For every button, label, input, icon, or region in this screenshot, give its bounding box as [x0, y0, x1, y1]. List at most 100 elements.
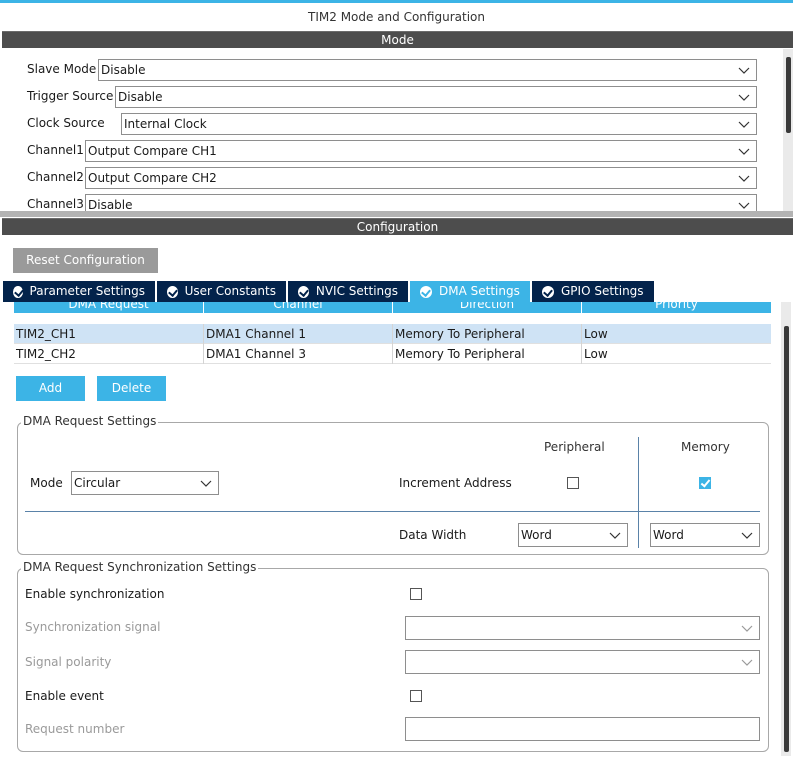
mode-section-header[interactable]: Mode	[2, 31, 793, 48]
mode-scrollbar-thumb[interactable]	[786, 57, 791, 133]
clock-source-label: Clock Source	[27, 116, 105, 130]
signal-polarity-label: Signal polarity	[25, 655, 112, 669]
column-header-priority[interactable]: Priority	[582, 302, 771, 313]
trigger-source-row: Trigger Source Disable	[27, 86, 757, 108]
clock-source-row: Clock Source Internal Clock	[27, 113, 757, 135]
memory-header: Memory	[681, 440, 730, 454]
request-number-input[interactable]	[405, 717, 760, 741]
config-tabs: Parameter Settings User Constants NVIC S…	[3, 281, 656, 302]
mode-scrollbar[interactable]	[783, 49, 793, 211]
tab-gpio-settings[interactable]: GPIO Settings	[532, 281, 654, 302]
configuration-section-header[interactable]: Configuration	[2, 218, 793, 235]
cell-channel: DMA1 Channel 3	[204, 344, 393, 364]
check-circle-icon	[542, 285, 554, 298]
tab-dma-settings[interactable]: DMA Settings	[410, 281, 530, 302]
synchronization-signal-label: Synchronization signal	[25, 620, 161, 634]
channel2-row: Channel2 Output Compare CH2	[27, 167, 757, 189]
configuration-scrollbar[interactable]	[781, 302, 791, 756]
enable-event-label: Enable event	[25, 689, 104, 703]
slave-mode-value: Disable	[101, 63, 146, 77]
mode-label: Mode	[30, 476, 63, 490]
tab-parameter-settings[interactable]: Parameter Settings	[3, 281, 155, 302]
enable-synchronization-checkbox[interactable]	[410, 588, 422, 600]
check-circle-icon	[298, 285, 309, 298]
cell-priority: Low	[584, 327, 608, 341]
check-circle-icon	[167, 285, 178, 298]
add-button[interactable]: Add	[16, 376, 85, 401]
tab-label: GPIO Settings	[561, 284, 644, 298]
cell-dma-request: TIM2_CH1	[14, 324, 204, 344]
window-title: TIM2 Mode and Configuration	[308, 10, 485, 24]
channel1-value: Output Compare CH1	[88, 144, 217, 158]
tab-label: DMA Settings	[439, 284, 520, 298]
signal-polarity-select[interactable]	[405, 650, 760, 674]
tab-label: Parameter Settings	[29, 284, 145, 298]
synchronization-signal-select[interactable]	[405, 616, 760, 640]
clock-source-select[interactable]: Internal Clock	[121, 113, 757, 135]
chevron-down-icon	[741, 532, 753, 539]
column-header-channel[interactable]: Channel	[204, 302, 393, 313]
channel3-label: Channel3	[27, 197, 84, 211]
table-row[interactable]: TIM2_CH2 DMA1 Channel 3 Memory To Periph…	[14, 344, 771, 364]
chevron-down-icon	[738, 94, 750, 101]
chevron-down-icon	[200, 480, 212, 487]
tab-label: User Constants	[184, 284, 276, 298]
memory-increment-checkbox[interactable]	[699, 477, 711, 489]
memory-data-width-value: Word	[653, 528, 684, 542]
trigger-source-select[interactable]: Disable	[115, 86, 757, 108]
enable-event-checkbox[interactable]	[410, 690, 422, 702]
chevron-down-icon	[738, 202, 750, 209]
dma-mode-value: Circular	[74, 476, 121, 490]
dma-request-table: DMA Request Channel Direction Priority T…	[14, 302, 771, 365]
chevron-down-icon	[609, 532, 621, 539]
channel3-select[interactable]: Disable	[85, 194, 757, 211]
dma-sync-settings-title: DMA Request Synchronization Settings	[21, 560, 259, 574]
peripheral-increment-checkbox[interactable]	[567, 477, 579, 489]
chevron-down-icon	[741, 625, 753, 632]
request-number-label: Request number	[25, 722, 125, 736]
mode-panel: Slave Mode Disable Trigger Source Disabl…	[2, 49, 793, 211]
cell-priority: Low	[584, 347, 608, 361]
chevron-down-icon	[738, 148, 750, 155]
settings-separator	[25, 511, 760, 512]
channel3-row: Channel3 Disable	[27, 194, 757, 211]
column-divider	[638, 437, 639, 548]
tab-nvic-settings[interactable]: NVIC Settings	[288, 281, 408, 302]
channel2-select[interactable]: Output Compare CH2	[85, 167, 757, 189]
tab-user-constants[interactable]: User Constants	[157, 281, 286, 302]
configuration-scrollbar-thumb[interactable]	[784, 326, 789, 752]
cell-dma-request: TIM2_CH2	[14, 344, 204, 364]
check-circle-icon	[420, 285, 432, 298]
slave-mode-select[interactable]: Disable	[98, 59, 757, 81]
trigger-source-label: Trigger Source	[27, 89, 114, 103]
delete-button[interactable]: Delete	[97, 376, 166, 401]
panel-splitter[interactable]	[0, 211, 793, 217]
chevron-down-icon	[738, 67, 750, 74]
cell-channel: DMA1 Channel 1	[204, 324, 393, 344]
peripheral-header: Peripheral	[544, 440, 605, 454]
enable-synchronization-label: Enable synchronization	[25, 587, 165, 601]
dma-request-settings-title: DMA Request Settings	[21, 414, 159, 428]
slave-mode-row: Slave Mode Disable	[27, 59, 757, 81]
channel2-value: Output Compare CH2	[88, 171, 217, 185]
column-header-direction[interactable]: Direction	[393, 302, 582, 313]
column-header-dma-request[interactable]: DMA Request	[14, 302, 204, 313]
check-circle-icon	[13, 285, 23, 298]
data-width-label: Data Width	[399, 528, 467, 542]
increment-address-label: Increment Address	[399, 476, 512, 490]
chevron-down-icon	[741, 659, 753, 666]
channel1-label: Channel1	[27, 143, 84, 157]
cell-direction: Memory To Peripheral	[393, 324, 582, 344]
channel1-select[interactable]: Output Compare CH1	[85, 140, 757, 162]
chevron-down-icon	[738, 121, 750, 128]
peripheral-data-width-select[interactable]: Word	[518, 523, 628, 547]
channel2-label: Channel2	[27, 170, 84, 184]
cell-direction: Memory To Peripheral	[393, 344, 582, 364]
tab-label: NVIC Settings	[315, 284, 398, 298]
channel3-value: Disable	[88, 198, 133, 211]
dma-mode-select[interactable]: Circular	[71, 471, 219, 495]
reset-configuration-button[interactable]: Reset Configuration	[13, 248, 158, 273]
peripheral-data-width-value: Word	[521, 528, 552, 542]
table-row[interactable]: TIM2_CH1 DMA1 Channel 1 Memory To Periph…	[14, 324, 771, 344]
memory-data-width-select[interactable]: Word	[650, 523, 760, 547]
